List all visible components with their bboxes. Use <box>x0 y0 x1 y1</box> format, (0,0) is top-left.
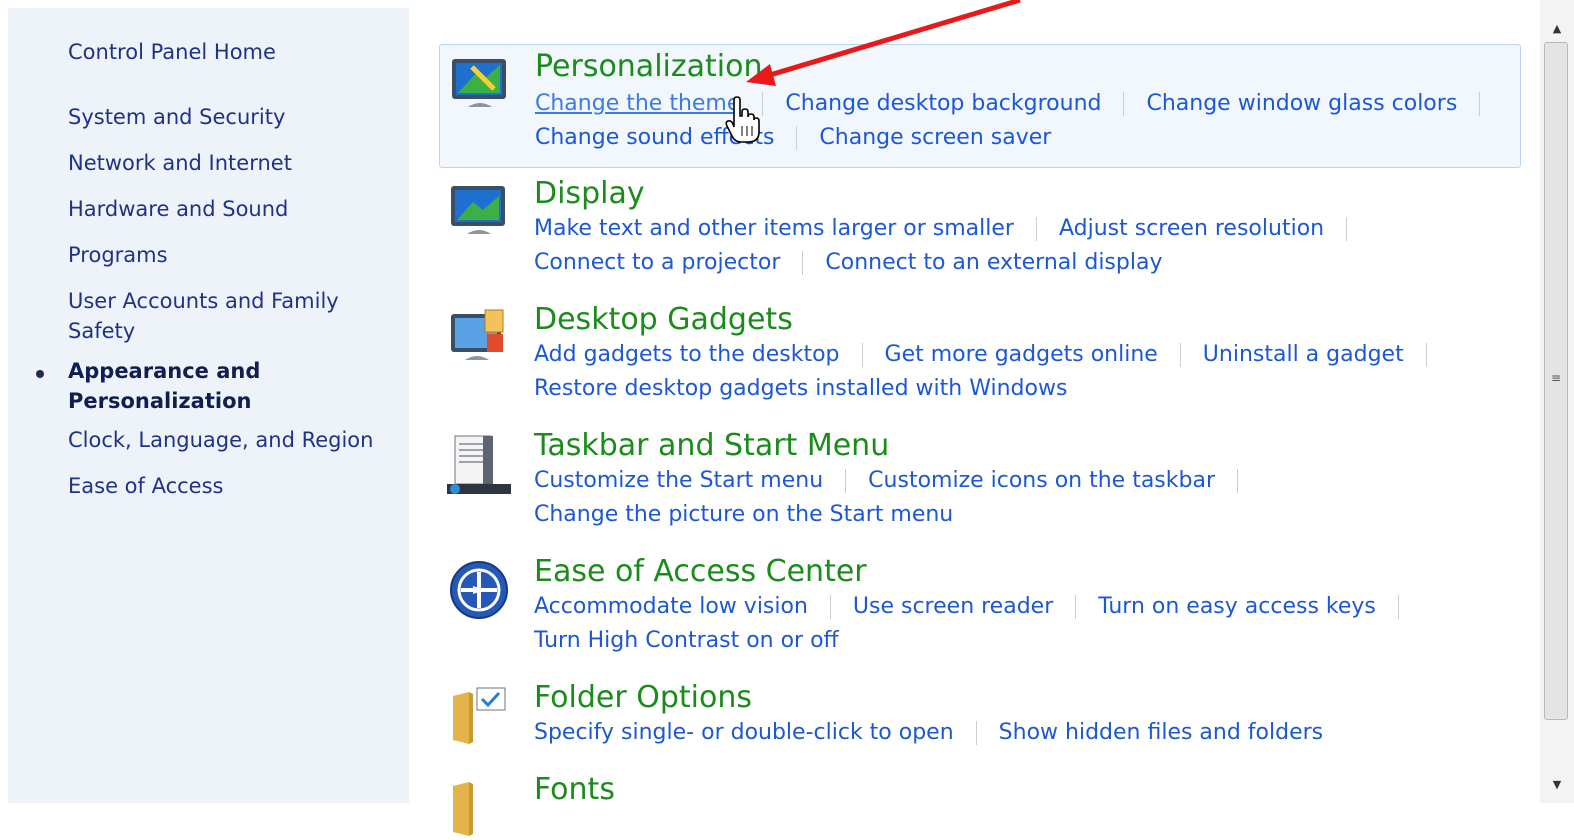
separator <box>1035 217 1037 241</box>
taskbar-start-menu-title[interactable]: Taskbar and Start Menu <box>534 428 889 464</box>
link-change-desktop-background[interactable]: Change desktop background <box>785 89 1101 119</box>
separator <box>1075 595 1077 619</box>
sidebar-item-hardware-sound[interactable]: Hardware and Sound <box>68 194 288 224</box>
separator <box>802 251 804 275</box>
link-change-window-glass-colors[interactable]: Change window glass colors <box>1146 89 1457 119</box>
gadgets-icon <box>451 309 504 360</box>
sidebar-item-system-security[interactable]: System and Security <box>68 102 285 132</box>
link-restore-gadgets[interactable]: Restore desktop gadgets installed with W… <box>534 374 1067 404</box>
annotation-arrow-icon <box>746 0 1021 86</box>
category-folder-options: Folder Options Specify single- or double… <box>439 676 1519 762</box>
display-title[interactable]: Display <box>534 176 645 212</box>
sidebar-control-panel-home[interactable]: Control Panel Home <box>68 37 276 67</box>
link-change-theme[interactable]: Change the theme <box>535 89 740 119</box>
link-change-screen-saver[interactable]: Change screen saver <box>819 123 1051 153</box>
separator <box>1237 469 1239 493</box>
sidebar-item-network-internet[interactable]: Network and Internet <box>68 148 292 178</box>
hand-cursor-icon <box>725 96 760 143</box>
vertical-scrollbar[interactable]: ▲ ≡ ▼ <box>1540 0 1574 803</box>
link-easy-access-keys[interactable]: Turn on easy access keys <box>1098 592 1376 622</box>
link-use-screen-reader[interactable]: Use screen reader <box>853 592 1053 622</box>
separator <box>1179 343 1181 367</box>
separator <box>796 126 798 150</box>
link-single-double-click[interactable]: Specify single- or double-click to open <box>534 718 954 748</box>
scroll-thumb[interactable]: ≡ <box>1544 42 1568 720</box>
separator <box>1425 343 1427 367</box>
sidebar-item-programs[interactable]: Programs <box>68 240 168 270</box>
sidebar-item-user-accounts[interactable]: User Accounts and Family Safety <box>68 286 339 346</box>
separator <box>762 92 764 116</box>
display-icon <box>451 186 505 234</box>
scroll-grip-icon: ≡ <box>1550 371 1562 385</box>
link-high-contrast[interactable]: Turn High Contrast on or off <box>534 626 839 656</box>
link-make-text-larger[interactable]: Make text and other items larger or smal… <box>534 214 1014 244</box>
link-change-start-picture[interactable]: Change the picture on the Start menu <box>534 500 953 530</box>
separator <box>861 343 863 367</box>
link-customize-taskbar-icons[interactable]: Customize icons on the taskbar <box>868 466 1215 496</box>
link-show-hidden-files[interactable]: Show hidden files and folders <box>999 718 1323 748</box>
personalization-title[interactable]: Personalization <box>535 49 762 85</box>
sidebar-item-ease-of-access[interactable]: Ease of Access <box>68 471 223 501</box>
link-adjust-resolution[interactable]: Adjust screen resolution <box>1059 214 1324 244</box>
sidebar-item-clock-language[interactable]: Clock, Language, and Region <box>68 425 373 455</box>
link-accommodate-low-vision[interactable]: Accommodate low vision <box>534 592 808 622</box>
category-fonts: Fonts <box>439 768 1519 836</box>
link-add-gadgets[interactable]: Add gadgets to the desktop <box>534 340 840 370</box>
separator <box>1346 217 1348 241</box>
link-connect-projector[interactable]: Connect to a projector <box>534 248 780 278</box>
fonts-icon <box>453 782 473 836</box>
link-uninstall-gadget[interactable]: Uninstall a gadget <box>1203 340 1404 370</box>
sidebar: Control Panel Home System and Security N… <box>8 8 409 803</box>
category-taskbar-start-menu: Taskbar and Start Menu Customize the Sta… <box>439 424 1519 542</box>
category-ease-of-access-center: Ease of Access Center Accommodate low vi… <box>439 550 1519 668</box>
link-connect-external-display[interactable]: Connect to an external display <box>825 248 1162 278</box>
separator <box>1123 92 1125 116</box>
category-desktop-gadgets: Desktop Gadgets Add gadgets to the deskt… <box>439 298 1519 416</box>
ease-of-access-icon <box>450 561 508 619</box>
separator <box>845 469 847 493</box>
separator <box>1479 92 1481 116</box>
taskbar-icon <box>447 435 511 494</box>
scroll-up-arrow-icon[interactable]: ▲ <box>1548 20 1566 38</box>
separator <box>829 595 831 619</box>
folder-options-title[interactable]: Folder Options <box>534 680 752 716</box>
folder-options-icon <box>453 687 506 744</box>
link-get-more-gadgets[interactable]: Get more gadgets online <box>885 340 1158 370</box>
ease-of-access-center-title[interactable]: Ease of Access Center <box>534 554 867 590</box>
separator <box>1397 595 1399 619</box>
link-customize-start-menu[interactable]: Customize the Start menu <box>534 466 823 496</box>
desktop-gadgets-title[interactable]: Desktop Gadgets <box>534 302 793 338</box>
category-display: Display Make text and other items larger… <box>439 172 1519 290</box>
active-bullet-icon <box>36 370 44 378</box>
separator <box>975 721 977 745</box>
personalization-icon <box>452 59 506 107</box>
scroll-down-arrow-icon[interactable]: ▼ <box>1548 776 1566 794</box>
sidebar-item-appearance[interactable]: Appearance and Personalization <box>68 356 260 416</box>
main-content: Personalization Change the theme Change … <box>409 0 1540 836</box>
